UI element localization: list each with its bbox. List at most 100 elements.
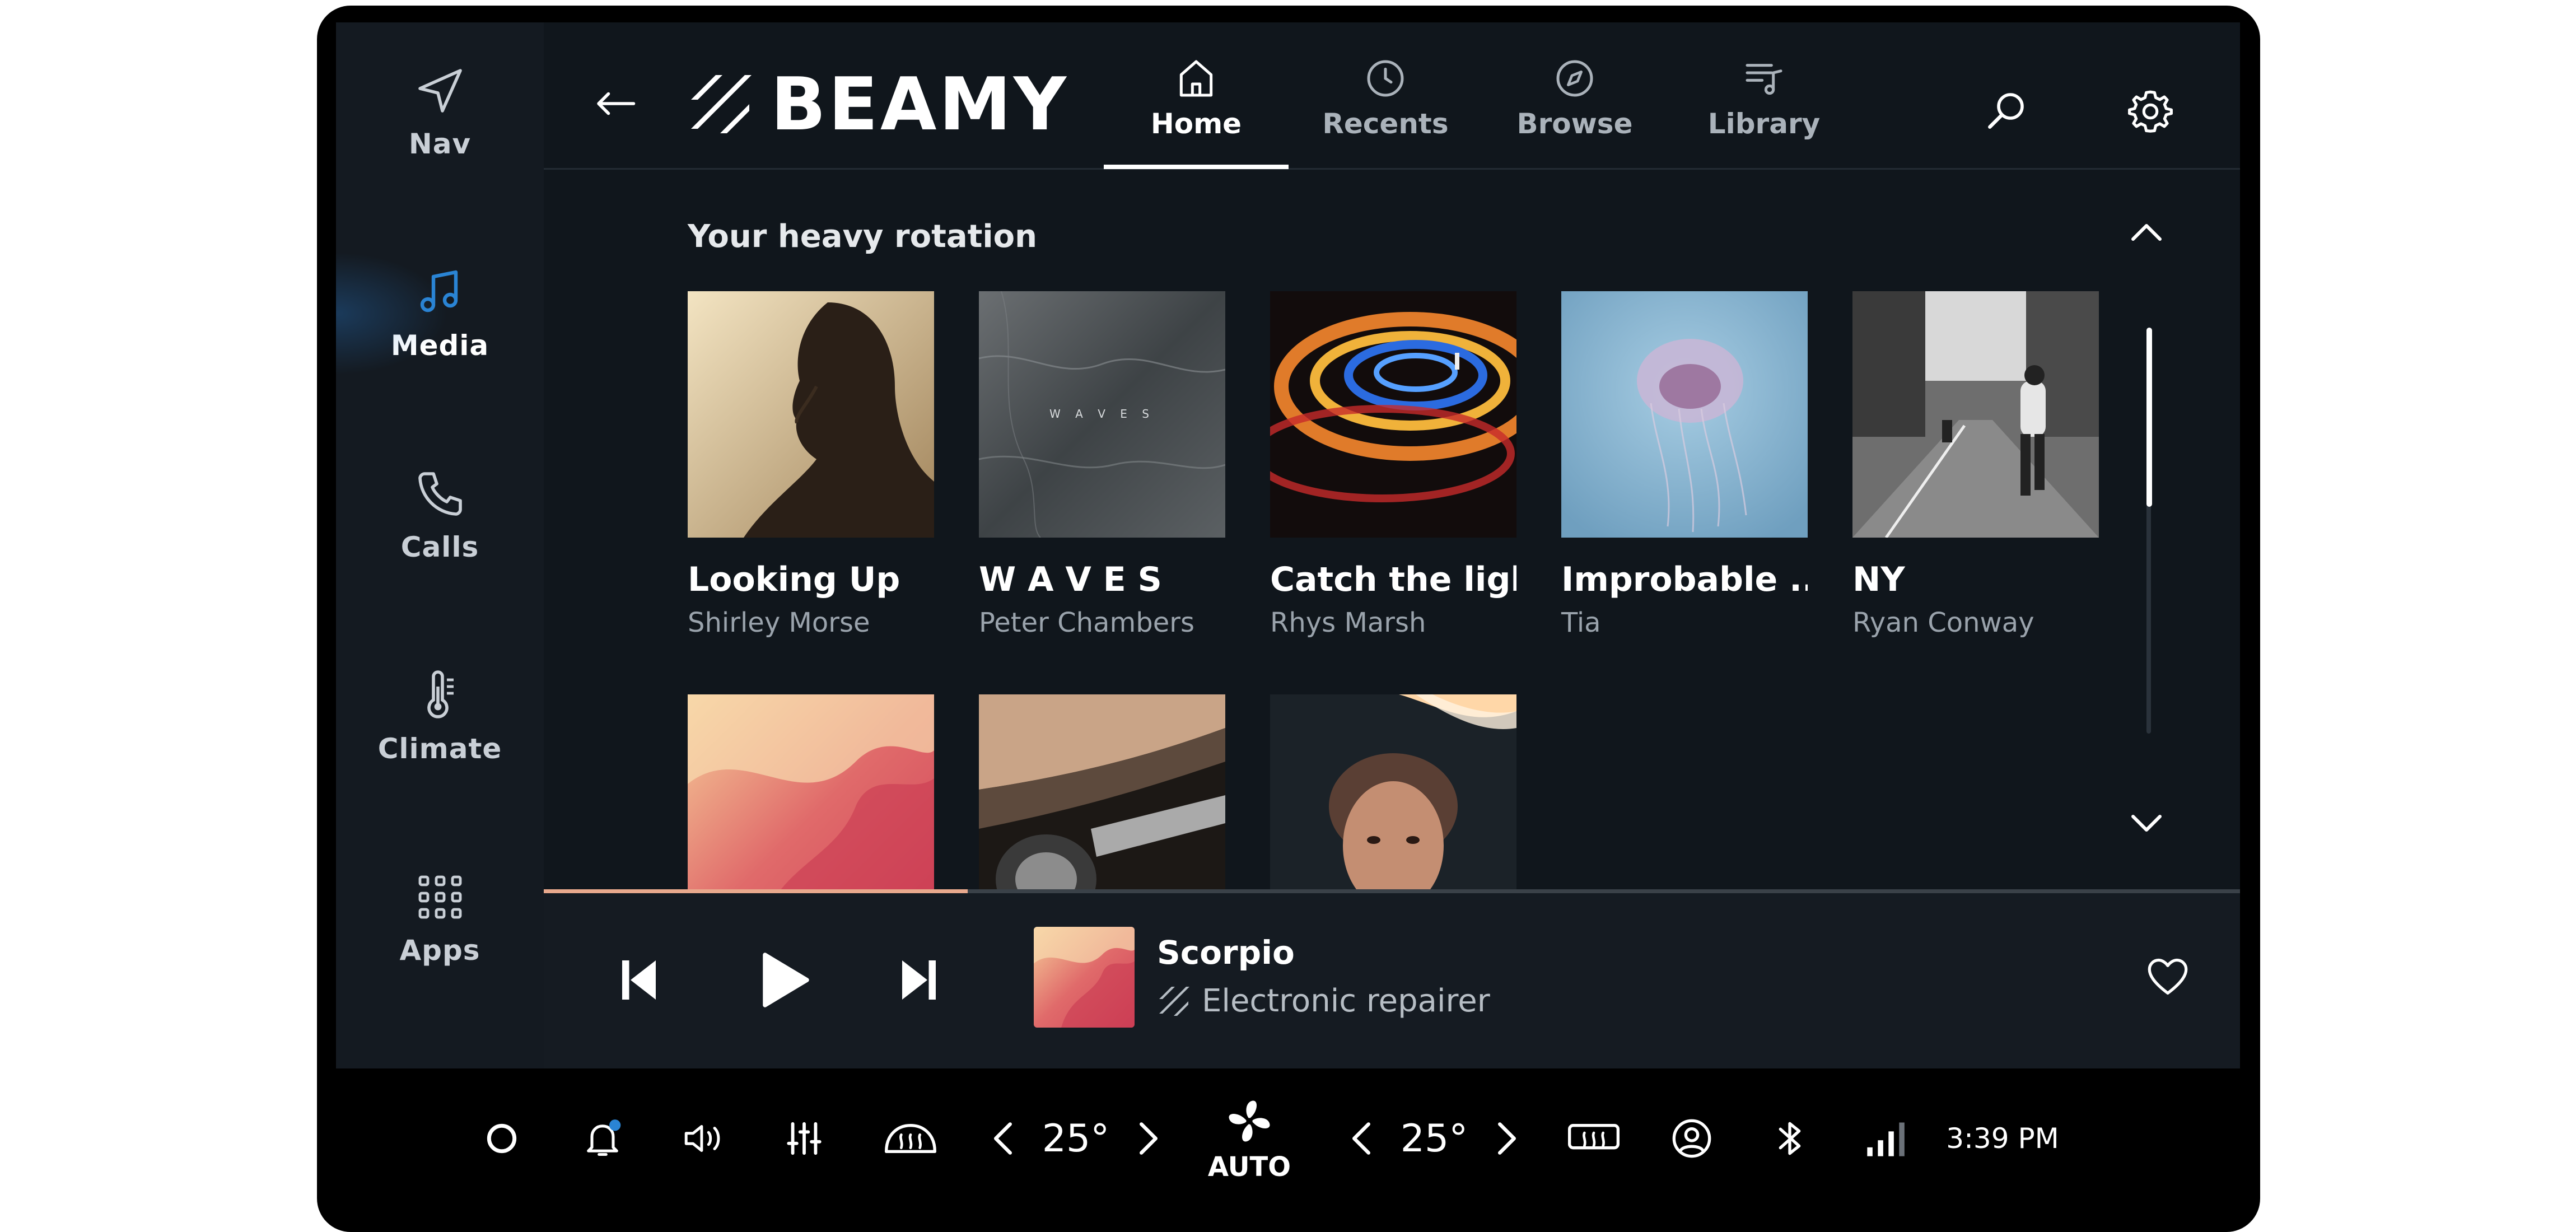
chevron-down-icon — [2131, 815, 2162, 832]
right-temp-down-button[interactable] — [1339, 1068, 1384, 1208]
rail-item-calls[interactable]: Calls — [336, 448, 544, 582]
album-title: W A V E S — [979, 560, 1162, 599]
tab-label-home: Home — [1150, 108, 1242, 140]
album-card[interactable]: NY Ryan Conway — [1852, 291, 2099, 638]
front-defrost-icon — [885, 1124, 936, 1153]
album-card[interactable] — [979, 694, 1225, 889]
album-title: Improbable ... — [1561, 560, 1808, 599]
favorite-button[interactable] — [2145, 956, 2190, 997]
album-art — [1561, 291, 1808, 538]
section-title: Your heavy rotation — [688, 218, 1037, 255]
notifications-button[interactable] — [572, 1068, 633, 1208]
rail-label-media: Media — [390, 329, 489, 362]
scroll-up-button[interactable] — [2129, 221, 2164, 244]
left-temp-down-button[interactable] — [981, 1068, 1025, 1208]
now-playing-title: Scorpio — [1157, 934, 1295, 972]
album-art — [1852, 291, 2099, 538]
scrollbar-thumb[interactable] — [2146, 328, 2152, 507]
album-card[interactable] — [688, 694, 934, 889]
album-title: Catch the light — [1270, 560, 1516, 599]
album-art — [1270, 291, 1516, 538]
album-artist: Rhys Marsh — [1270, 607, 1426, 638]
skip-next-icon — [902, 960, 936, 1000]
bluetooth-button[interactable] — [1762, 1068, 1818, 1208]
previous-track-button[interactable] — [619, 955, 659, 1005]
album-card[interactable]: Improbable ... Tia — [1561, 291, 1808, 638]
rail-item-media[interactable]: Media — [336, 246, 544, 381]
media-main: BEAMY Home Recents Browse Library Your h… — [544, 22, 2240, 1068]
tab-browse[interactable]: Browse — [1482, 56, 1667, 168]
rear-defrost-button[interactable] — [1560, 1068, 1627, 1208]
skip-previous-icon — [622, 960, 656, 1000]
left-temp-up-button[interactable] — [1126, 1068, 1171, 1208]
fan-icon — [1229, 1100, 1270, 1142]
chevron-up-icon — [2131, 224, 2162, 241]
clock: 3:39 PM — [1941, 1068, 2064, 1208]
tab-library[interactable]: Library — [1672, 56, 1856, 168]
album-card[interactable]: Catch the light Rhys Marsh — [1270, 291, 1516, 638]
rail-label-climate: Climate — [377, 732, 502, 765]
home-icon — [1179, 60, 1213, 97]
rail-label-nav: Nav — [408, 128, 472, 160]
album-title: Looking Up — [688, 560, 900, 599]
playback-progress[interactable] — [544, 889, 2240, 893]
fan-label: AUTO — [1207, 1151, 1291, 1183]
beamy-logo-icon — [1159, 986, 1189, 1016]
profile-button[interactable] — [1661, 1068, 1723, 1208]
right-temp-display: 25° — [1389, 1068, 1479, 1208]
equalizer-button[interactable] — [773, 1068, 835, 1208]
settings-button[interactable] — [2126, 87, 2175, 136]
thermometer-icon — [427, 670, 454, 718]
search-button[interactable] — [1983, 87, 2030, 134]
rail-item-nav[interactable]: Nav — [336, 45, 544, 179]
back-button[interactable] — [594, 90, 637, 118]
home-button[interactable] — [471, 1068, 533, 1208]
now-playing-subtitle: Electronic repairer — [1202, 983, 1490, 1019]
album-artist: Tia — [1561, 607, 1601, 638]
playback-progress-fill — [544, 889, 968, 893]
back-arrow-icon — [597, 92, 636, 115]
chevron-right-icon — [1140, 1122, 1158, 1155]
rail-label-calls: Calls — [400, 531, 479, 563]
next-track-button[interactable] — [899, 955, 939, 1005]
tab-recents[interactable]: Recents — [1293, 56, 1478, 168]
now-playing-subtitle-row: Electronic repairer — [1157, 983, 1490, 1019]
album-card[interactable]: Looking Up Shirley Morse — [688, 291, 934, 638]
album-art — [979, 694, 1225, 889]
album-artist: Peter Chambers — [979, 607, 1194, 638]
now-playing-bar: Scorpio Electronic repairer — [544, 893, 2240, 1068]
front-defrost-button[interactable] — [877, 1068, 944, 1208]
album-artist: Ryan Conway — [1852, 607, 2034, 638]
scroll-down-button[interactable] — [2129, 812, 2164, 834]
apps-grid-icon — [418, 875, 461, 919]
chevron-left-icon — [1352, 1122, 1370, 1155]
play-icon — [763, 953, 809, 1007]
tab-home[interactable]: Home — [1104, 56, 1289, 169]
brand-logo: BEAMY — [687, 62, 1068, 147]
album-art — [688, 291, 934, 538]
album-card[interactable]: W A V E S W A V E S Peter Chambers — [979, 291, 1225, 638]
rail-label-apps: Apps — [399, 934, 480, 967]
user-icon — [1672, 1119, 1711, 1158]
right-temp-up-button[interactable] — [1485, 1068, 1529, 1208]
compass-icon — [1556, 60, 1593, 97]
album-art — [1270, 694, 1516, 889]
play-button[interactable] — [759, 949, 810, 1011]
album-card[interactable] — [1270, 694, 1516, 889]
fan-auto-button[interactable]: AUTO — [1207, 1068, 1291, 1208]
left-temp-value: 25° — [1042, 1116, 1110, 1161]
chevron-left-icon — [994, 1122, 1012, 1155]
left-temp-display: 25° — [1031, 1068, 1121, 1208]
gear-icon — [2128, 90, 2173, 133]
clock-icon — [1367, 60, 1404, 97]
album-artist: Shirley Morse — [688, 607, 870, 638]
bluetooth-icon — [1779, 1122, 1801, 1155]
system-bar: 25° AUTO 25° 3:39 PM — [317, 1068, 2260, 1208]
album-art: W A V E S — [979, 291, 1225, 538]
rail-item-apps[interactable]: Apps — [336, 851, 544, 986]
equalizer-icon — [787, 1122, 822, 1155]
volume-button[interactable] — [673, 1068, 734, 1208]
now-playing-art — [1034, 927, 1135, 1028]
rail-item-climate[interactable]: Climate — [336, 650, 544, 784]
speaker-icon — [684, 1125, 720, 1152]
